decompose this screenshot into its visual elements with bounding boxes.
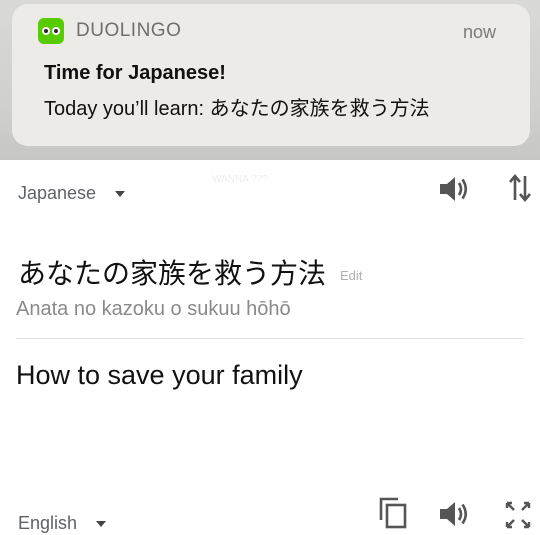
romanization-text: Anata no kazoku o sukuu hōhō [16,298,291,320]
copy-icon[interactable] [377,496,409,530]
fullscreen-icon[interactable] [504,500,532,530]
faded-background-text: WANNA ??? [212,174,268,185]
notification-body: Today you’ll learn: あなたの家族を救う方法 [44,98,430,120]
divider [16,338,524,339]
swap-languages-icon[interactable] [508,172,532,204]
dropdown-caret-icon [115,191,126,198]
speaker-icon[interactable] [438,500,470,528]
target-language-label: English [18,513,78,533]
edit-button[interactable]: Edit [340,268,362,283]
notification-title: Time for Japanese! [44,62,226,84]
dropdown-caret-icon [96,521,107,528]
owl-left-eye [42,27,50,35]
notification-app-name: DUOLINGO [76,20,182,41]
owl-right-eye [52,27,60,35]
source-language-selector[interactable]: Japanese [18,183,126,204]
duolingo-owl-icon [38,18,64,44]
speaker-icon[interactable] [438,175,470,203]
source-language-label: Japanese [18,183,97,203]
target-language-selector[interactable]: English [18,513,107,534]
notification-time: now [462,22,496,42]
source-text: あなたの家族を救う方法 [18,258,327,289]
translation-text: How to save your family [16,360,303,390]
push-notification[interactable]: DUOLINGO now Time for Japanese! Today yo… [12,4,530,146]
